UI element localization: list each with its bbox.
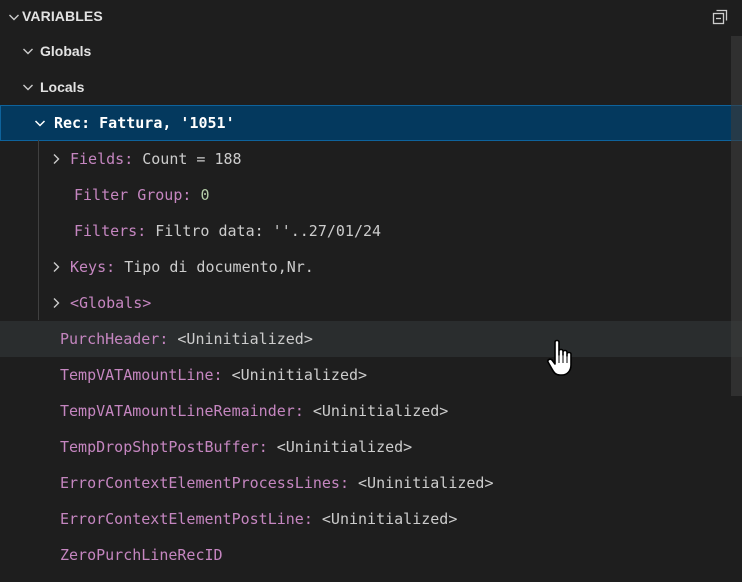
variable-name: ErrorContextElementProcessLines (60, 474, 340, 492)
chevron-down-icon[interactable] (20, 79, 36, 95)
variable-value: Count = 188 (142, 150, 242, 168)
variable-filters[interactable]: Filters: Filtro data: ''..27/01/24 (0, 213, 742, 249)
variables-panel: VARIABLES Globals Locals Rec: Fattura, '… (0, 0, 742, 582)
separator: : (81, 114, 91, 132)
chevron-right-icon[interactable] (48, 259, 64, 275)
collapse-all-icon[interactable] (710, 7, 730, 27)
variable-filter-group[interactable]: Filter Group: 0 (0, 177, 742, 213)
variable-value: <Uninitialized> (321, 510, 458, 528)
variable-row[interactable]: TempDropShptPostBuffer: <Uninitialized> (0, 429, 742, 465)
variable-name: TempVATAmountLine (60, 366, 214, 384)
variable-value: <Uninitialized> (231, 366, 368, 384)
variable-name: Keys (70, 258, 107, 276)
variable-name: <Globals> (70, 294, 152, 312)
scope-locals-label: Locals (40, 79, 85, 95)
variable-row[interactable]: PurchHeader: <Uninitialized> (0, 321, 742, 357)
scrollbar-thumb[interactable] (731, 36, 742, 396)
variable-value: Tipo di documento,Nr. (124, 258, 314, 276)
scope-globals[interactable]: Globals (0, 33, 742, 69)
variable-row[interactable]: ZeroPurchLineRecID (0, 537, 742, 573)
variable-fields[interactable]: Fields: Count = 188 (0, 141, 742, 177)
variable-name: Filter Group (74, 186, 183, 204)
variable-row[interactable]: TempVATAmountLineRemainder: <Uninitializ… (0, 393, 742, 429)
section-title: VARIABLES (22, 8, 103, 24)
variable-rec[interactable]: Rec: Fattura, '1051' (0, 105, 742, 141)
variable-value: <Uninitialized> (177, 330, 313, 348)
chevron-right-icon[interactable] (48, 151, 64, 167)
chevron-down-icon[interactable] (20, 43, 36, 59)
variable-name: ErrorContextElementPostLine (60, 510, 304, 528)
variable-value: Filtro data: ''..27/01/24 (155, 222, 382, 240)
variable-name: Rec (54, 114, 82, 132)
chevron-down-icon[interactable] (6, 9, 22, 25)
variable-row[interactable]: ErrorContextElementPostLine: <Uninitiali… (0, 501, 742, 537)
variable-row[interactable]: ErrorContextElementProcessLines: <Uninit… (0, 465, 742, 501)
hand-cursor-icon (547, 339, 572, 376)
variables-section-header[interactable]: VARIABLES (0, 0, 742, 34)
variable-value: <Uninitialized> (358, 474, 494, 492)
variable-value: 0 (200, 186, 210, 204)
variable-keys[interactable]: Keys: Tipo di documento,Nr. (0, 249, 742, 285)
variable-name: PurchHeader (60, 330, 160, 348)
variable-name: TempDropShptPostBuffer (60, 438, 259, 456)
variable-name: TempVATAmountLineRemainder (60, 402, 295, 420)
variable-name: Filters (74, 222, 138, 240)
variable-rec-globals[interactable]: <Globals> (0, 285, 742, 321)
chevron-down-icon[interactable] (32, 115, 48, 131)
scope-globals-label: Globals (40, 43, 92, 59)
scope-locals[interactable]: Locals (0, 69, 742, 105)
variable-value: <Uninitialized> (312, 402, 449, 420)
variable-name: Fields (70, 150, 125, 168)
variable-value: Fattura, '1051' (99, 114, 235, 132)
variable-name: ZeroPurchLineRecID (60, 546, 223, 564)
variable-value: <Uninitialized> (276, 438, 413, 456)
chevron-right-icon[interactable] (48, 295, 64, 311)
variable-row[interactable]: TempVATAmountLine: <Uninitialized> (0, 357, 742, 393)
